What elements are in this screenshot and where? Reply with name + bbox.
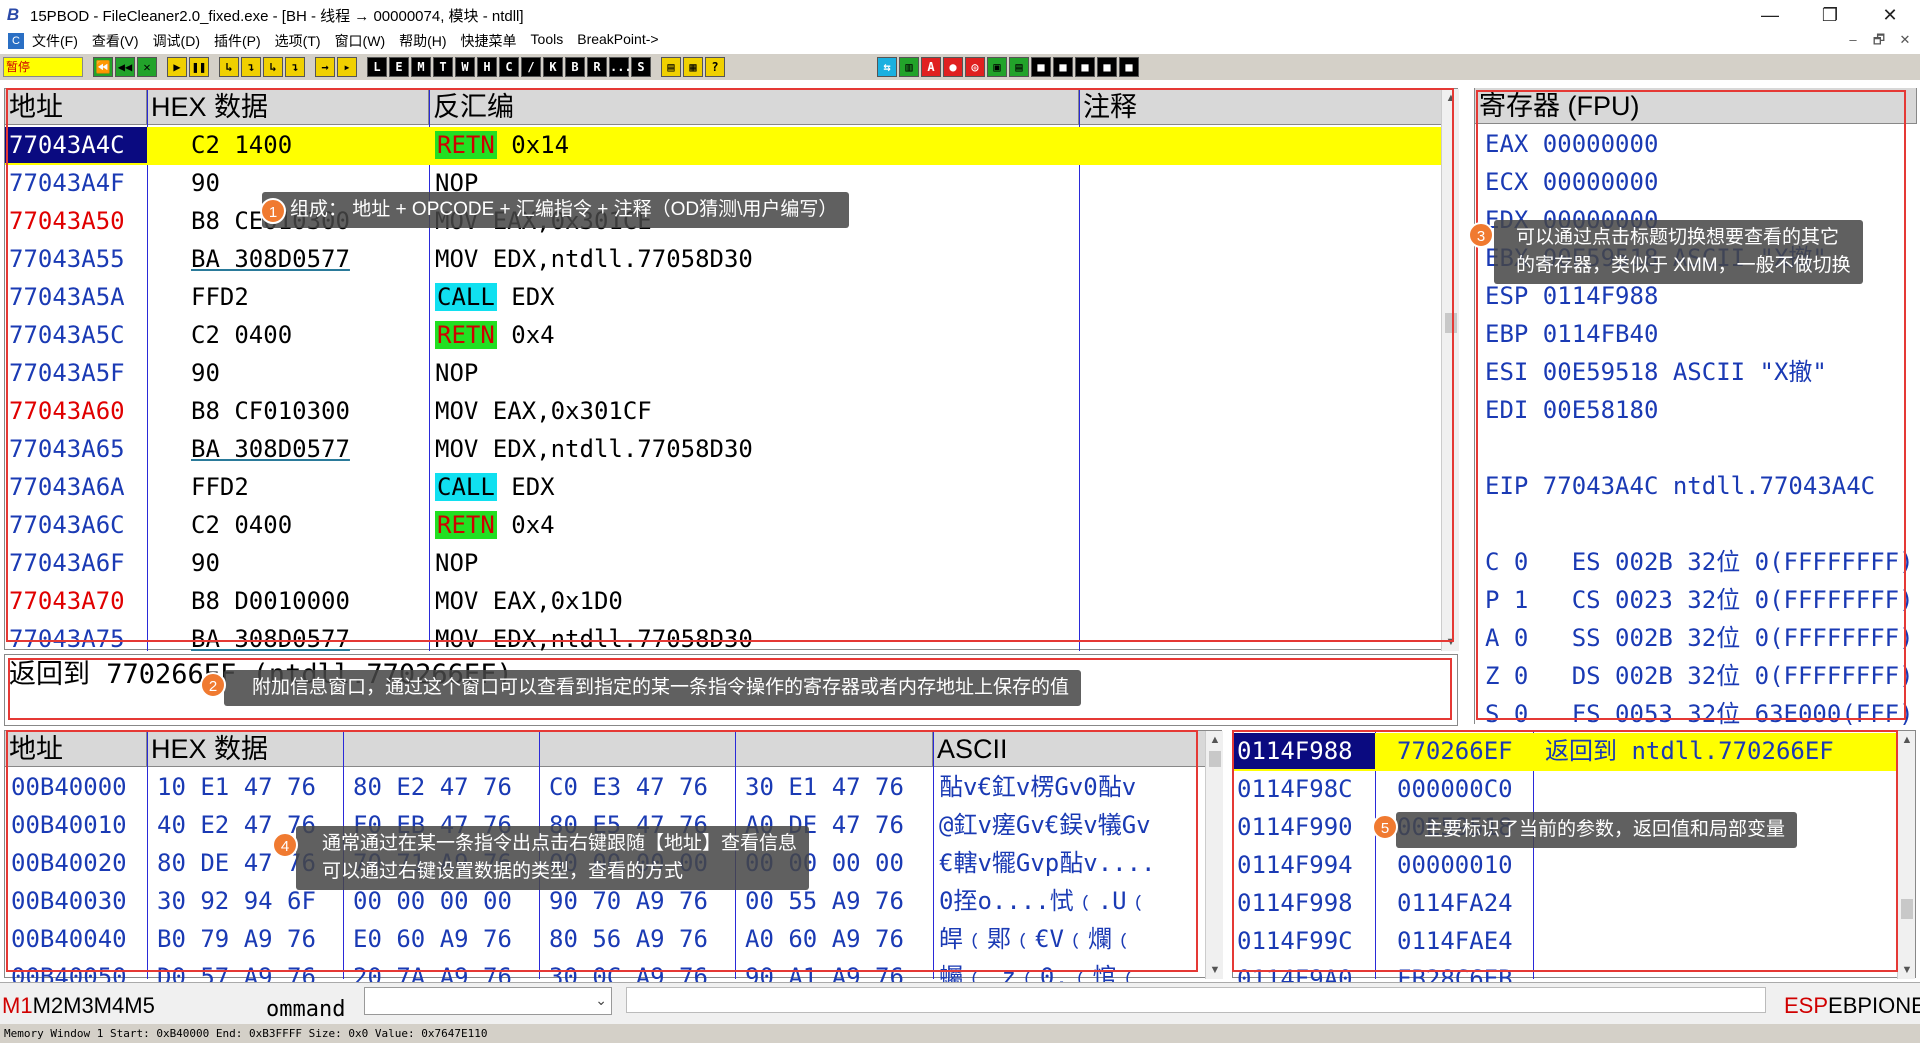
toolbar-plugin-button-2[interactable]: A [921,57,941,77]
title-bar: B 15PBOD - FileCleaner2.0_fixed.exe - [B… [0,0,1920,30]
toolbar-window-button-8[interactable]: K [543,57,563,77]
toolbar-step-button-1[interactable]: ↴ [241,57,261,77]
toolbar-group-exec: ▶ ❚❚ [165,57,209,77]
minimize-button[interactable]: — [1740,0,1800,30]
toolbar-plugin-button-4[interactable]: ◎ [965,57,985,77]
toolbar-plugin-button-10[interactable]: ■ [1097,57,1117,77]
toolbar-run-button-1[interactable]: ◀◀ [115,57,135,77]
maximize-button[interactable]: ❐ [1800,0,1860,30]
toolbar-plugin-button-7[interactable]: ■ [1031,57,1051,77]
command-output [626,987,1766,1013]
menu-item-8[interactable]: Tools [531,31,564,51]
toolbar-window-button-11[interactable]: ... [609,57,632,77]
toolbar-plugin-button-8[interactable]: ■ [1053,57,1073,77]
menu-item-1[interactable]: 查看(V) [92,31,139,51]
toolbar-group-options: ▤ ▦? [659,57,725,77]
status-bar: Memory Window 1 Start: 0xB40000 End: 0xB… [0,1024,1920,1043]
toolbar-option-button-0[interactable]: ▤ [661,57,681,77]
toolbar-window-buttons: L E M T W H C / K B R... S [365,57,651,77]
close-button[interactable]: ✕ [1860,0,1920,30]
debug-status: 暂停 [3,57,83,77]
command-input[interactable]: ⌄ [364,987,612,1015]
toolbar-window-button-12[interactable]: S [631,57,651,77]
toolbar-plugin-button-6[interactable]: ▤ [1009,57,1029,77]
toolbar-plugin-button-3[interactable]: ● [943,57,963,77]
annotation-box-registers [1476,90,1906,720]
annotation-5: 主要标识了当前的参数，返回值和局部变量 [1396,812,1798,848]
toolbar-window-button-3[interactable]: T [433,57,453,77]
toolbar-option-button-1[interactable]: ▦ [683,57,703,77]
memory-tabs-rest[interactable]: M2M3M4M5 [33,993,155,1018]
toolbar-window-button-7[interactable]: / [521,57,541,77]
toolbar-goto-button-1[interactable]: ▸ [337,57,357,77]
register-tabs[interactable]: ESPEBPIONE [1784,993,1920,1019]
chevron-down-icon[interactable]: ⌄ [595,992,607,1009]
toolbar: 暂停 ⏪ ◀◀ ✕ ▶ ❚❚ ↳ ↴ ↳ ↴ → ▸ L E M T W H C / K B R... S ▤ ▦? … [0,54,1920,80]
toolbar-window-button-2[interactable]: M [411,57,431,77]
toolbar-plugin-button-5[interactable]: ▣ [987,57,1007,77]
toolbar-plugin-button-11[interactable]: ■ [1119,57,1139,77]
menu-bar: C 文件(F) 查看(V) 调试(D) 插件(P) 选项(T) 窗口(W) 帮助(H) 快捷菜… [0,30,1920,52]
annotation-badge-1: 1 [260,198,286,224]
toolbar-window-button-6[interactable]: C [499,57,519,77]
annotation-badge-4: 4 [272,832,298,858]
menu-item-7[interactable]: 快捷菜单 [461,31,517,51]
toolbar-plugin-button-9[interactable]: ■ [1075,57,1095,77]
menu-item-0[interactable]: 文件(F) [32,31,78,51]
toolbar-exec-button-1[interactable]: ❚❚ [189,57,209,77]
toolbar-exec-button-0[interactable]: ▶ [167,57,187,77]
toolbar-group-run: ⏪ ◀◀ ✕ [91,57,157,77]
toolbar-goto-button-0[interactable]: → [315,57,335,77]
menu-item-2[interactable]: 调试(D) [153,31,200,51]
memory-tabs[interactable]: M1M2M3M4M5 [2,993,155,1019]
dump-scrollbar[interactable]: ▲ ▼ [1205,731,1223,979]
annotation-box-stack [1232,730,1898,972]
toolbar-window-button-10[interactable]: R [587,57,607,77]
toolbar-run-button-0[interactable]: ⏪ [93,57,113,77]
toolbar-group-step: ↳ ↴ ↳ ↴ [217,57,305,77]
menu-item-5[interactable]: 窗口(W) [335,31,386,51]
toolbar-window-button-9[interactable]: B [565,57,585,77]
register-tabs-rest[interactable]: EBPIONE [1828,993,1920,1018]
toolbar-step-button-2[interactable]: ↳ [263,57,283,77]
annotation-4: 通常通过在某一条指令出点击右键跟随【地址】查看信息 可以通过右键设置数据的类型，… [296,826,810,890]
annotation-1: 组成： 地址 + OPCODE + 汇编指令 + 注释（OD猜测\用户编写） [262,192,850,228]
annotation-3: 可以通过点击标题切换想要查看的其它 的寄存器，类似于 XMM，一般不做切换 [1494,220,1863,284]
toolbar-step-button-0[interactable]: ↳ [219,57,239,77]
menu-item-3[interactable]: 插件(P) [214,31,261,51]
register-tab-active[interactable]: ESP [1784,993,1828,1018]
command-label: ommand [266,997,346,1022]
command-bar: M1M2M3M4M5 ommand ⌄ ESPEBPIONE [0,982,1920,1024]
toolbar-plugin-button-0[interactable]: ⇆ [877,57,897,77]
toolbar-window-button-1[interactable]: E [389,57,409,77]
mdi-controls: – 🗗 ✕ [1838,30,1916,50]
toolbar-group-goto: → ▸ [313,57,357,77]
annotation-2: 附加信息窗口，通过这个窗口可以查看到指定的某一条指令操作的寄存器或者内存地址上保… [224,670,1082,706]
menu-item-4[interactable]: 选项(T) [275,31,321,51]
menu-items: 文件(F) 查看(V) 调试(D) 插件(P) 选项(T) 窗口(W) 帮助(H) 快捷菜单 T… [32,31,673,51]
toolbar-window-button-4[interactable]: W [455,57,475,77]
window-title: 15PBOD - FileCleaner2.0_fixed.exe - [BH … [30,7,524,25]
annotation-badge-2: 2 [200,672,226,698]
mdi-button-1[interactable]: 🗗 [1868,30,1890,50]
toolbar-window-button-5[interactable]: H [477,57,497,77]
menu-item-9[interactable]: BreakPoint-> [577,31,658,51]
annotation-badge-5: 5 [1372,814,1398,840]
toolbar-run-button-2[interactable]: ✕ [137,57,157,77]
mdi-button-0[interactable]: – [1842,30,1864,50]
mdi-button-2[interactable]: ✕ [1894,30,1916,50]
memory-tab-active[interactable]: M1 [2,993,33,1018]
menu-item-6[interactable]: 帮助(H) [399,31,446,51]
toolbar-window-button-0[interactable]: L [367,57,387,77]
cpu-window-icon[interactable]: C [8,33,24,49]
stack-scrollbar[interactable]: ▲ ▼ [1897,731,1915,979]
annotation-badge-3: 3 [1468,222,1494,248]
toolbar-step-button-3[interactable]: ↴ [285,57,305,77]
toolbar-group-plugins: ⇆ ▥ A ● ◎ ▣ ▤ ■ ■ ■ ■ ■ [875,57,1139,77]
annotation-box-disassembly [6,88,1454,642]
toolbar-option-button-2[interactable]: ? [705,57,725,77]
toolbar-plugin-button-1[interactable]: ▥ [899,57,919,77]
app-icon: B [6,5,20,24]
